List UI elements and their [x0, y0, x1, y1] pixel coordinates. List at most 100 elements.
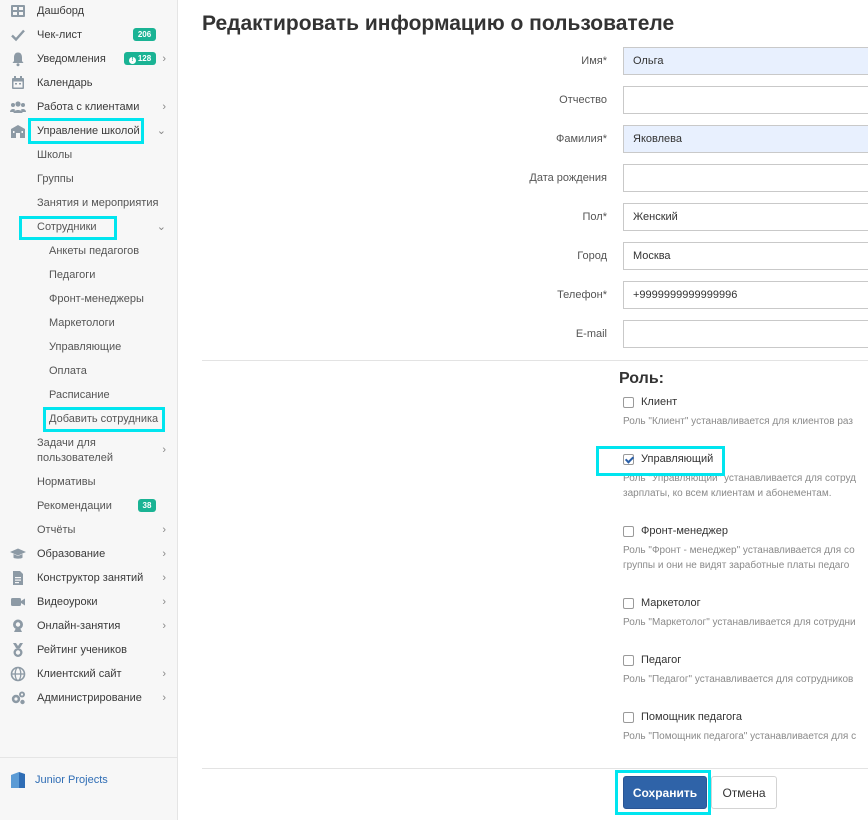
role-description: Роль "Клиент" устанавливается для клиент…	[623, 414, 868, 429]
sidebar-item-label: Задачи для	[37, 437, 96, 449]
sidebar-item-label: Образование	[37, 548, 106, 560]
role-description-line: Роль "Педагог" устанавливается для сотру…	[623, 674, 854, 685]
sidebar-item-label: Конструктор занятий	[37, 572, 144, 584]
role-checkbox-client[interactable]	[623, 397, 634, 408]
sidebar-item-client-site[interactable]: Клиентский сайт ›	[0, 664, 178, 684]
sidebar-item-label: Онлайн-занятия	[37, 620, 121, 632]
sidebar-item-employees[interactable]: Сотрудники ⌄	[0, 217, 178, 237]
chevron-right-icon: ›	[162, 668, 166, 680]
form-row-gender: Пол* Женский	[178, 203, 868, 233]
gender-label: Пол*	[582, 211, 607, 223]
medal-icon	[13, 643, 23, 657]
phone-label: Телефон*	[557, 289, 607, 301]
sidebar-item-norms[interactable]: Нормативы	[0, 472, 178, 492]
form-row-birth-date: Дата рождения	[178, 164, 868, 194]
role-description: Роль "Маркетолог" устанавливается для со…	[623, 615, 868, 630]
sidebar-item-video-lessons[interactable]: Видеоуроки ›	[0, 592, 178, 612]
sidebar-item-clients[interactable]: Работа с клиентами ›	[0, 97, 178, 117]
sidebar-item-lessons-events[interactable]: Занятия и мероприятия	[0, 193, 178, 213]
sidebar-item-label: Группы	[37, 173, 74, 185]
sidebar-item-label: Чек-лист	[37, 29, 83, 41]
sidebar-item-label: Школы	[37, 149, 73, 161]
role-checkbox-teacher[interactable]	[623, 655, 634, 666]
city-field[interactable]	[623, 242, 868, 270]
count-badge: ! 128	[124, 52, 156, 65]
chevron-down-icon: ⌄	[156, 221, 166, 233]
role-description: Роль "Педагог" устанавливается для сотру…	[623, 672, 868, 687]
sidebar-item-label: Анкеты педагогов	[49, 245, 140, 257]
sidebar-item-label: Рекомендации	[37, 500, 112, 512]
bell-icon	[12, 52, 24, 67]
sidebar-item-calendar[interactable]: Календарь	[0, 73, 178, 93]
last-name-field[interactable]	[623, 125, 868, 153]
sidebar-item-user-tasks[interactable]: Задачи для пользователей ›	[0, 433, 178, 465]
sidebar-item-label: Расписание	[49, 389, 110, 401]
sidebar-item-schedule[interactable]: Расписание	[0, 385, 178, 405]
sidebar-item-label: Управляющие	[49, 341, 122, 353]
sidebar-item-lesson-builder[interactable]: Конструктор занятий ›	[0, 568, 178, 588]
divider	[202, 360, 868, 361]
chevron-right-icon: ›	[162, 524, 166, 536]
sidebar-item-label: Управление школой	[37, 125, 140, 137]
sidebar-item-label: Дашборд	[37, 5, 85, 17]
sidebar-item-dashboard[interactable]: Дашборд	[0, 1, 178, 21]
patronymic-field[interactable]	[623, 86, 868, 114]
sidebar: Дашборд Чек-лист 206 Уведомления ! 128 › …	[0, 0, 178, 820]
role-description-line: Роль "Клиент" устанавливается для клиент…	[623, 416, 853, 427]
sidebar-item-online-lessons[interactable]: Онлайн-занятия ›	[0, 616, 178, 636]
save-button[interactable]: Сохранить	[623, 776, 707, 809]
sidebar-item-add-employee[interactable]: Добавить сотрудника	[0, 409, 178, 429]
email-field[interactable]	[623, 320, 868, 348]
role-name: Помощник педагога	[641, 711, 742, 723]
sidebar-item-reports[interactable]: Отчёты ›	[0, 520, 178, 540]
count-badge: 38	[138, 499, 156, 512]
junior-projects-logo	[11, 772, 25, 788]
phone-field[interactable]	[623, 281, 868, 309]
sidebar-item-front-managers[interactable]: Фронт-менеджеры	[0, 289, 178, 309]
role-description: Роль "Фронт - менеджер" устанавливается …	[623, 543, 868, 573]
role-checkbox-front-manager[interactable]	[623, 526, 634, 537]
sidebar-item-recommendations[interactable]: Рекомендации 38	[0, 496, 178, 516]
sidebar-item-label: Занятия и мероприятия	[37, 197, 159, 209]
birth-date-field[interactable]	[623, 164, 868, 192]
document-icon	[13, 571, 23, 585]
sidebar-item-payment[interactable]: Оплата	[0, 361, 178, 381]
badge-count: 128	[137, 54, 152, 63]
cancel-button[interactable]: Отмена	[711, 776, 777, 809]
globe-icon	[10, 666, 26, 682]
dashboard-icon	[11, 5, 25, 17]
sidebar-item-teachers[interactable]: Педагоги	[0, 265, 178, 285]
sidebar-item-schools[interactable]: Школы	[0, 145, 178, 165]
sidebar-item-groups[interactable]: Группы	[0, 169, 178, 189]
users-icon	[10, 101, 26, 113]
form-row-patronymic: Отчество	[178, 86, 868, 116]
role-name: Фронт-менеджер	[641, 525, 729, 537]
form-row-phone: Телефон*	[178, 281, 868, 311]
sidebar-item-managers[interactable]: Управляющие	[0, 337, 178, 357]
sidebar-item-notifications[interactable]: Уведомления ! 128 ›	[0, 49, 178, 69]
last-name-label: Фамилия*	[556, 133, 607, 145]
role-description: Роль "Помощник педагога" устанавливается…	[623, 729, 868, 744]
role-description: Роль "Управляющий" устанавливается для с…	[623, 471, 868, 501]
sidebar-item-education[interactable]: Образование ›	[0, 544, 178, 564]
sidebar-item-label: Отчёты	[37, 524, 76, 536]
sidebar-item-label: Маркетологи	[49, 317, 115, 329]
role-checkbox-marketer[interactable]	[623, 598, 634, 609]
role-checkbox-teacher-assistant[interactable]	[623, 712, 634, 723]
sidebar-item-teacher-forms[interactable]: Анкеты педагогов	[0, 241, 178, 261]
role-name: Педагог	[641, 654, 682, 666]
first-name-field[interactable]	[623, 47, 868, 75]
role-checkbox-manager[interactable]	[623, 454, 634, 465]
gender-select[interactable]: Женский	[623, 203, 868, 231]
sidebar-item-checklist[interactable]: Чек-лист 206	[0, 25, 178, 45]
page-title: Редактировать информацию о пользователе	[202, 12, 675, 35]
chevron-right-icon: ›	[162, 53, 166, 65]
graduation-cap-icon	[10, 548, 26, 559]
sidebar-item-marketers[interactable]: Маркетологи	[0, 313, 178, 333]
brand-name[interactable]: Junior Projects	[35, 774, 108, 786]
role-section-title: Роль:	[619, 370, 664, 387]
sidebar-item-student-rating[interactable]: Рейтинг учеников	[0, 640, 178, 660]
sidebar-item-administration[interactable]: Администрирование ›	[0, 688, 178, 708]
chevron-right-icon: ›	[162, 444, 166, 456]
sidebar-item-school-management[interactable]: Управление школой ⌄	[0, 121, 178, 141]
